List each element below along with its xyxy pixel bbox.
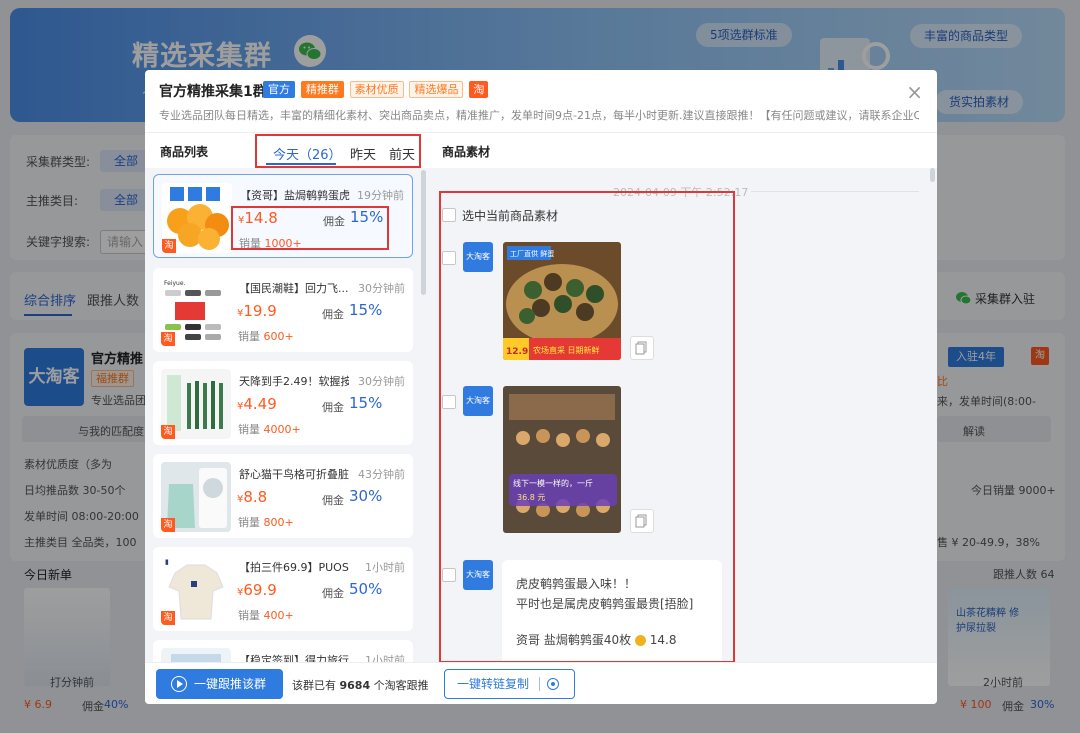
commission-label: 佣金 [322, 401, 344, 414]
product-card[interactable]: ▮ 淘 【拍三件69.9】PUOS... 1小时前 ¥69.9 佣金 50% 销… [153, 547, 413, 631]
product-price: ¥69.9 [237, 581, 277, 599]
svg-text:▮: ▮ [165, 558, 169, 566]
modal-header: 官方精推采集1群 官方 精推群 素材优质 精选爆品 淘 专业选品团队每日精选，丰… [145, 70, 937, 132]
product-card[interactable]: 淘 天降到手2.49！软握按... 30分钟前 ¥4.49 佣金 15% 销量 … [153, 361, 413, 445]
product-sales: 销量 4000+ [238, 423, 301, 436]
product-image: Feiyue. 淘 [161, 276, 231, 346]
modal-tags: 官方 精推群 素材优质 精选爆品 淘 [263, 81, 490, 98]
product-time: 30分钟前 [358, 375, 405, 388]
product-sales: 销量 600+ [238, 330, 294, 343]
product-name: 【国民潮鞋】回力飞... [239, 282, 349, 295]
modal-footer: 一键跟推该群 该群已有 9684 个淘客跟推 一键转链复制 [145, 662, 937, 704]
copy-link-button[interactable]: 一键转链复制 [444, 669, 575, 699]
product-sales: 销量 400+ [238, 609, 294, 622]
tag-official: 官方 [263, 81, 295, 98]
svg-text:Feiyue.: Feiyue. [164, 280, 186, 287]
product-name: 【拍三件69.9】PUOS... [239, 561, 349, 574]
commission-rate: 30% [349, 487, 383, 505]
product-name: 天降到手2.49！软握按... [239, 375, 349, 388]
tab-today[interactable]: 今天（26） [273, 144, 342, 163]
product-price: ¥19.9 [237, 302, 277, 320]
product-price: ¥8.8 [237, 488, 268, 506]
commission-rate: 50% [349, 580, 383, 598]
product-time: 1小时前 [365, 561, 405, 574]
tab-day-before[interactable]: 前天 [389, 144, 415, 163]
commission-rate: 15% [349, 301, 383, 319]
product-sales: 销量 800+ [238, 516, 294, 529]
product-image: 淘 [161, 462, 231, 532]
product-price: ¥4.49 [237, 395, 277, 413]
product-name: 【资哥】盐焗鹌鹑蛋虎... [240, 189, 350, 202]
commission-label: 佣金 [322, 587, 344, 600]
tag-hot: 精选爆品 [409, 81, 464, 98]
product-image: ▮ 淘 [161, 555, 231, 625]
product-list-header: 商品列表 [160, 145, 209, 159]
follow-count-text: 该群已有 9684 个淘客跟推 [292, 679, 429, 692]
annotation-box-material [439, 191, 735, 663]
product-card[interactable]: Feiyue. 淘 【国民潮鞋】回力飞... 30分钟前 ¥19.9 佣金 15… [153, 268, 413, 352]
material-scrollbar[interactable] [930, 168, 935, 182]
modal-description: 专业选品团队每日精选，丰富的精细化素材、突出商品卖点，精准推广，发单时间9点-2… [159, 109, 919, 122]
product-image: 淘 [161, 369, 231, 439]
annotation-box-price [231, 206, 389, 250]
product-image: 淘 [162, 183, 232, 253]
taobao-icon: 淘 [469, 81, 489, 98]
group-detail-modal: 官方精推采集1群 官方 精推群 素材优质 精选爆品 淘 专业选品团队每日精选，丰… [145, 70, 937, 704]
close-icon[interactable]: × [906, 82, 923, 102]
follow-group-button[interactable]: 一键跟推该群 [156, 669, 283, 699]
tab-yesterday[interactable]: 昨天 [350, 144, 376, 163]
tag-quality: 素材优质 [349, 81, 404, 98]
material-header: 商品素材 [442, 145, 491, 159]
commission-label: 佣金 [322, 494, 344, 507]
product-name: 舒心猫干鸟格可折叠脏... [239, 468, 349, 481]
product-time: 19分钟前 [357, 189, 404, 202]
product-card[interactable]: 淘 舒心猫干鸟格可折叠脏... 43分钟前 ¥8.8 佣金 30% 销量 800… [153, 454, 413, 538]
modal-title: 官方精推采集1群 [159, 84, 267, 100]
day-tabs: 今天（26） 昨天 前天 [255, 134, 421, 168]
product-time: 30分钟前 [358, 282, 405, 295]
tag-featured: 精推群 [300, 81, 344, 98]
product-time: 43分钟前 [358, 468, 405, 481]
commission-label: 佣金 [322, 308, 344, 321]
commission-rate: 15% [349, 394, 383, 412]
product-list-scrollbar[interactable] [421, 170, 426, 295]
